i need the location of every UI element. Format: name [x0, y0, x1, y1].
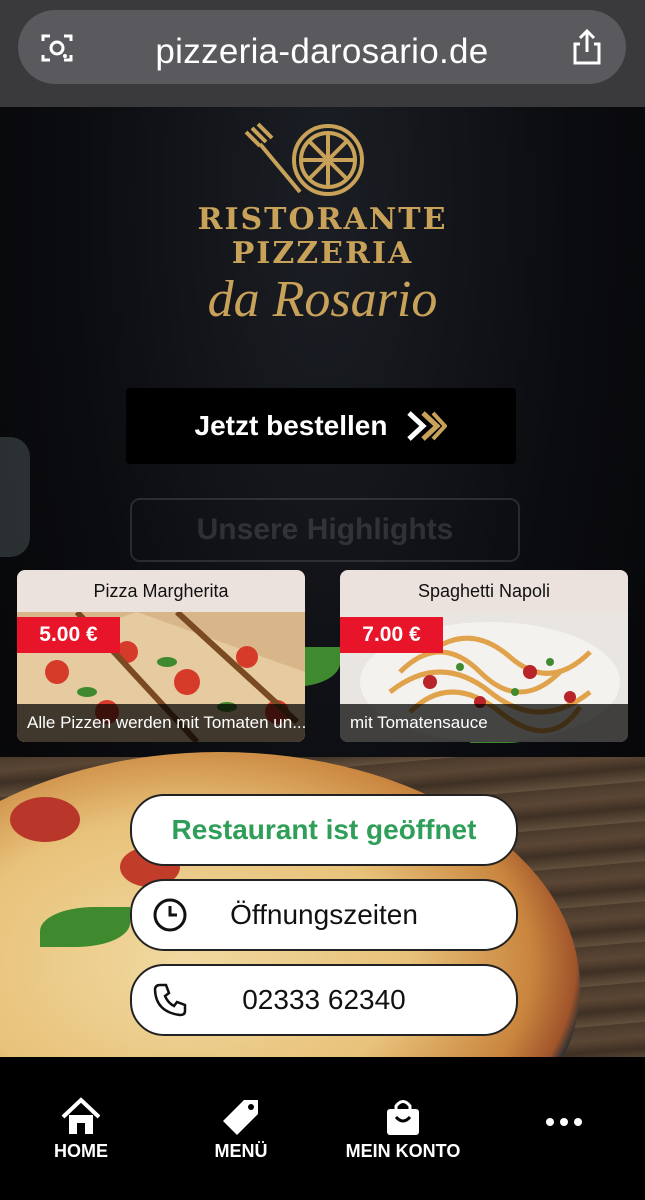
menu-card-spaghetti-napoli[interactable]: Spaghetti Napoli 7.00 € mit Tomatensauce — [340, 570, 628, 742]
nav-menu-label: MENÜ — [214, 1141, 268, 1161]
share-icon[interactable] — [570, 28, 604, 66]
phone-number: 02333 62340 — [242, 984, 406, 1015]
url-field[interactable]: pizzeria-darosario.de — [18, 10, 626, 84]
tag-icon — [223, 1100, 258, 1135]
order-now-button[interactable]: Jetzt bestellen — [126, 388, 516, 464]
card-price: 7.00 € — [340, 617, 443, 653]
highlights-button[interactable]: Unsere Highlights — [130, 498, 520, 562]
double-chevron-right-icon — [407, 411, 448, 441]
fork-pizza-logo-icon — [244, 122, 364, 196]
highlights-label: Unsere Highlights — [196, 513, 454, 546]
logo-line-1: RISTORANTE — [197, 202, 448, 237]
shopping-bag-icon — [387, 1100, 419, 1135]
nav-account[interactable]: MEIN KONTO — [340, 1097, 466, 1162]
home-icon — [61, 1097, 101, 1134]
card-title: Pizza Margherita — [17, 570, 305, 612]
bottom-navigation: HOME MENÜ MEIN KONTO — [0, 1057, 645, 1200]
salami-topping — [10, 797, 80, 842]
nav-account-label: MEIN KONTO — [345, 1141, 461, 1161]
logo-line-2: PIZZERIA — [231, 236, 414, 271]
card-description: mit Tomatensauce — [340, 704, 628, 742]
card-title: Spaghetti Napoli — [340, 570, 628, 612]
phone-button[interactable]: 02333 62340 — [130, 964, 518, 1036]
nav-menu[interactable]: MENÜ — [205, 1097, 277, 1162]
nav-home-label: HOME — [54, 1141, 108, 1161]
browser-address-bar: pizzeria-darosario.de — [0, 0, 645, 107]
opening-hours-label: Öffnungszeiten — [230, 899, 418, 930]
restaurant-logo: RISTORANTE PIZZERIA da Rosario — [0, 120, 645, 350]
nav-home[interactable]: HOME — [45, 1097, 117, 1162]
more-dots-icon — [546, 1118, 582, 1126]
menu-card-pizza-margherita[interactable]: Pizza Margherita 5.00 € Alle Pizzen werd… — [17, 570, 305, 742]
logo-line-3: da Rosario — [207, 271, 438, 328]
opening-hours-button[interactable]: Öffnungszeiten — [130, 879, 518, 951]
status-label: Restaurant ist geöffnet — [171, 814, 477, 845]
clock-icon — [153, 898, 187, 932]
phone-icon — [153, 983, 187, 1017]
card-description: Alle Pizzen werden mit Tomaten un... — [17, 704, 305, 742]
nav-more[interactable] — [540, 1115, 588, 1134]
restaurant-status-badge: Restaurant ist geöffnet — [130, 794, 518, 866]
card-price: 5.00 € — [17, 617, 120, 653]
order-now-label: Jetzt bestellen — [194, 410, 388, 441]
wine-glass-image — [0, 437, 30, 557]
url-text: pizzeria-darosario.de — [155, 32, 489, 71]
